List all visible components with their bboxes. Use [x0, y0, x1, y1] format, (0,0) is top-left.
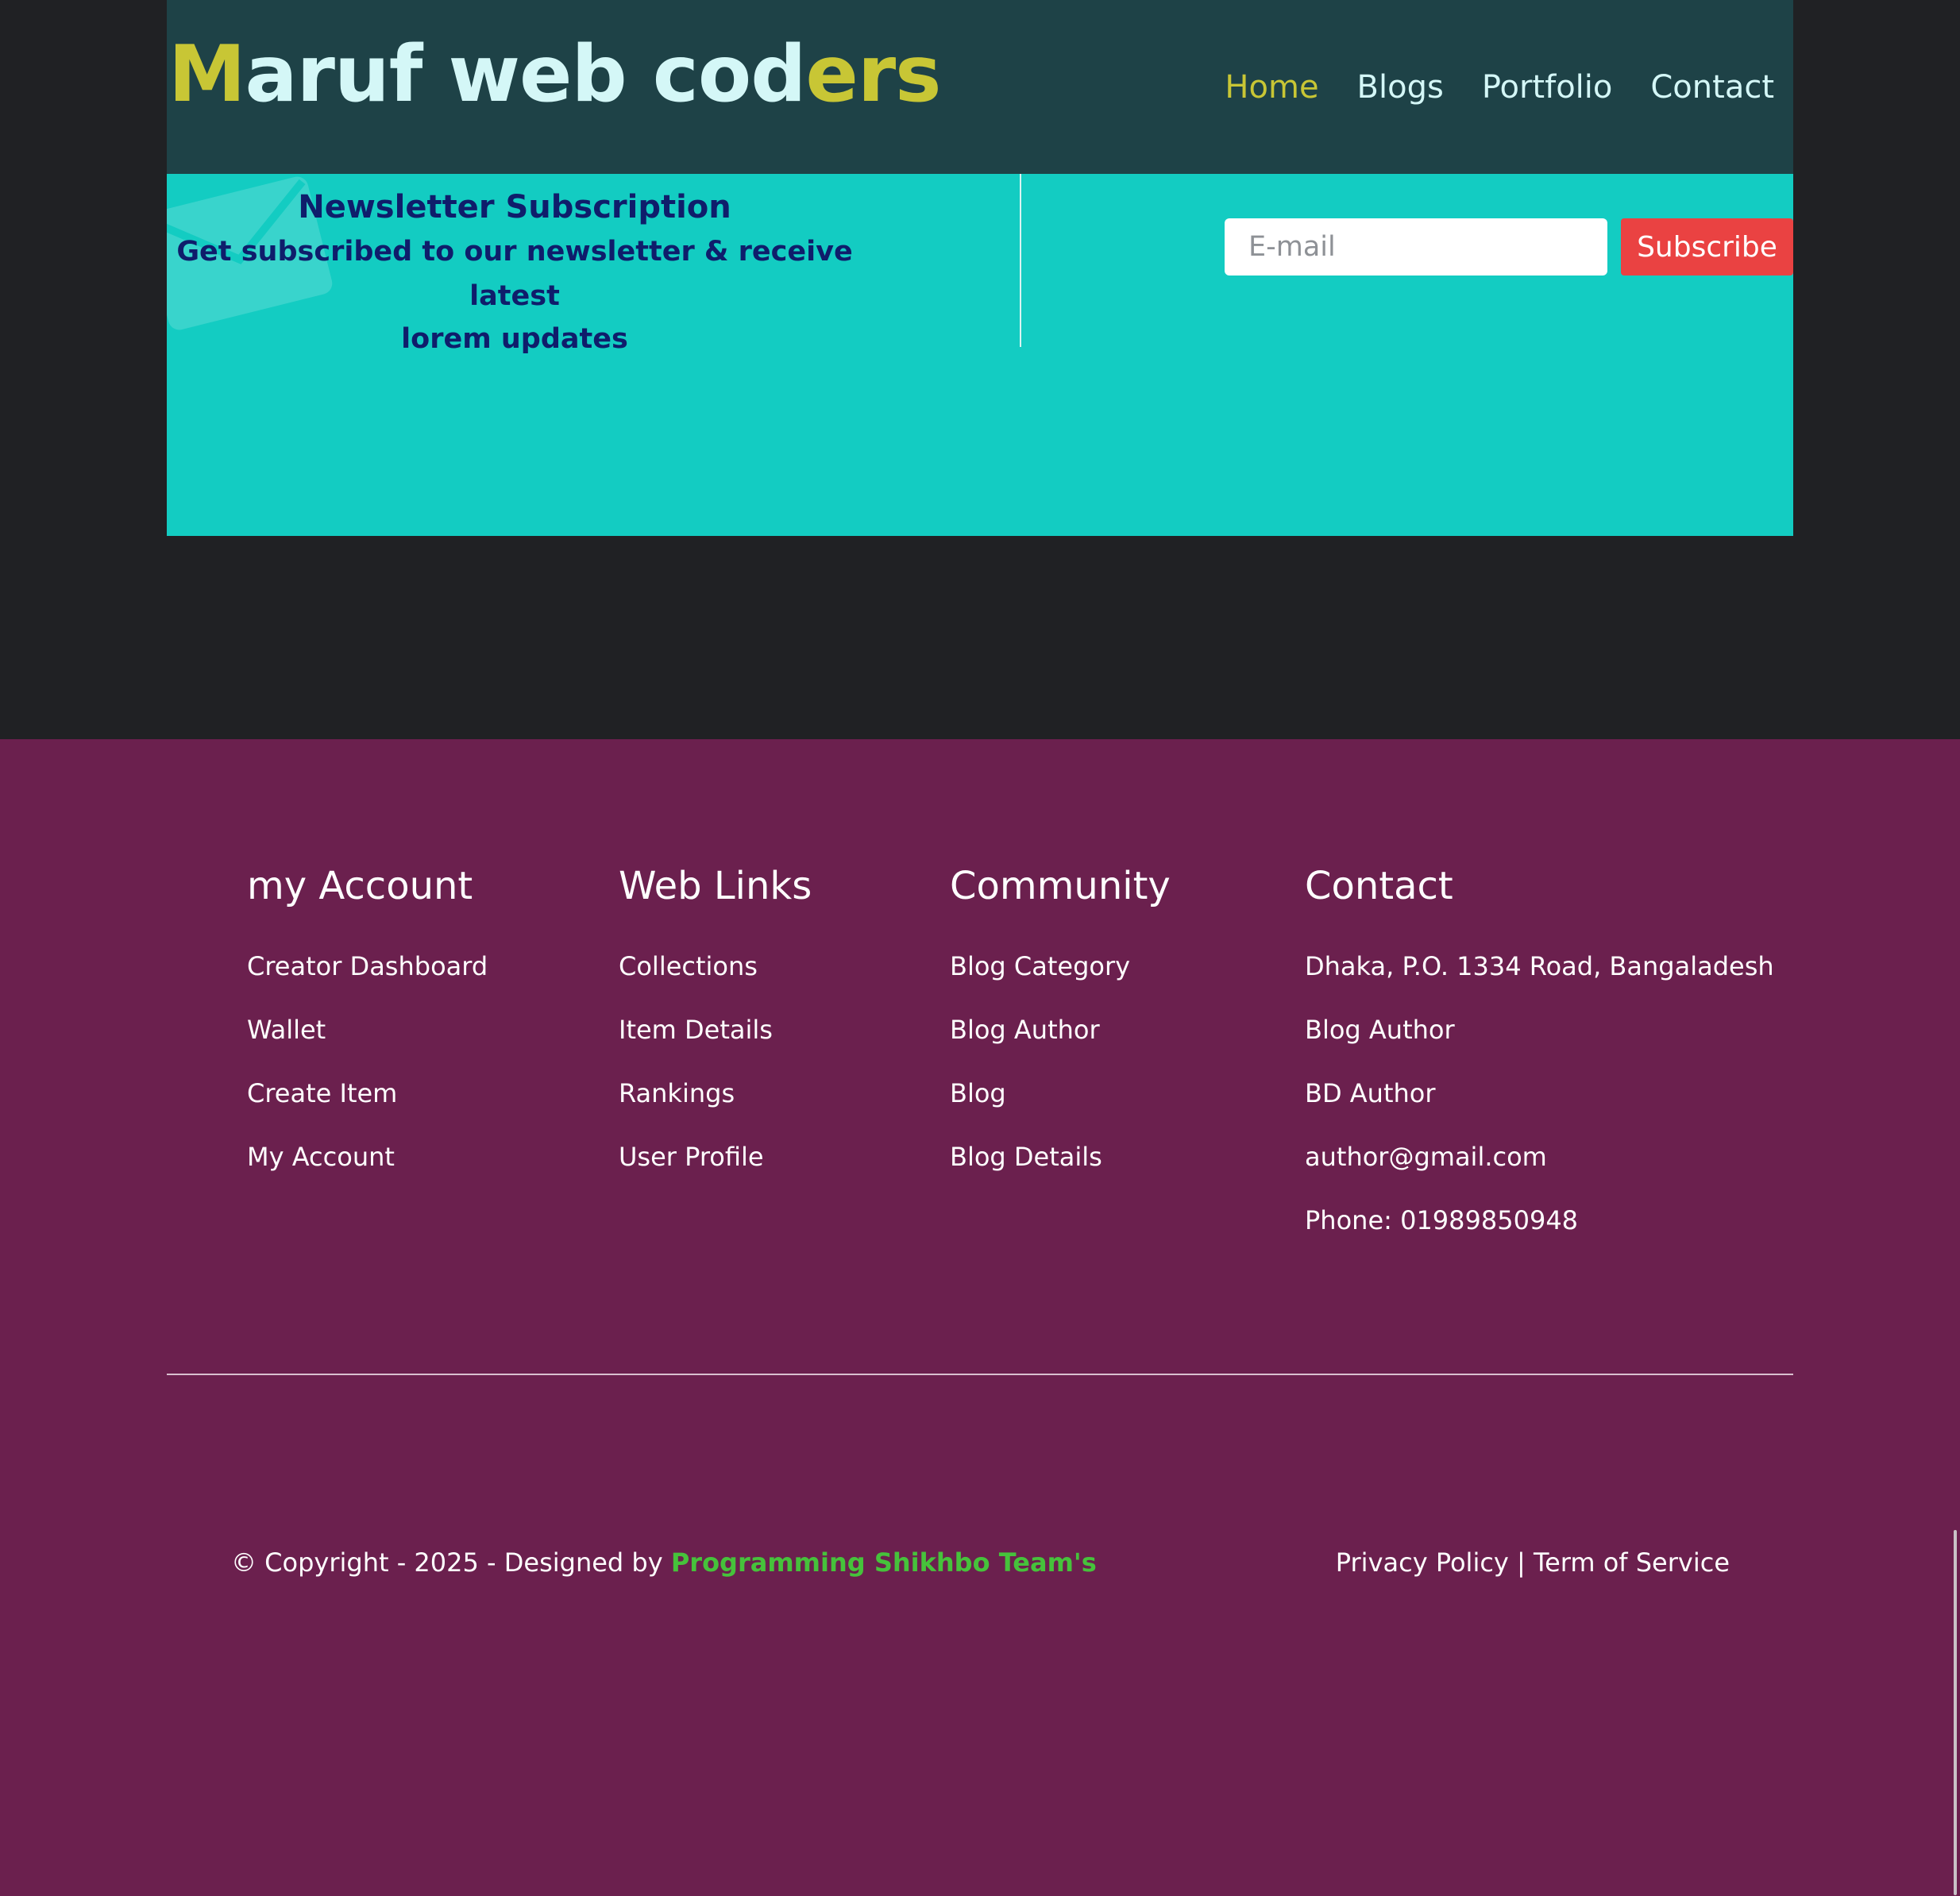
email-input[interactable]: [1225, 218, 1607, 276]
subscribe-button[interactable]: Subscribe: [1621, 218, 1793, 276]
footer-link-text[interactable]: My Account: [247, 1142, 395, 1172]
footer-link-creator-dashboard[interactable]: Creator Dashboard: [247, 946, 488, 1010]
site-footer: my Account Creator Dashboard Wallet Crea…: [0, 739, 1960, 1896]
newsletter-divider: [1020, 174, 1021, 347]
footer-column-contact: Contact Dhaka, P.O. 1334 Road, Bangalade…: [1305, 858, 1774, 1264]
main-nav: Home Blogs Portfolio Contact: [1225, 64, 1774, 111]
footer-link-my-account[interactable]: My Account: [247, 1137, 488, 1200]
footer-heading-contact: Contact: [1305, 864, 1453, 908]
footer-link-blog-author[interactable]: Blog Author: [950, 1010, 1171, 1073]
footer-link-text[interactable]: Blog: [950, 1078, 1006, 1108]
newsletter-subtitle-line2: lorem updates: [401, 323, 628, 355]
nav-portfolio[interactable]: Portfolio: [1482, 64, 1613, 111]
newsletter-title: Newsletter Subscription: [298, 189, 731, 225]
footer-link-rankings[interactable]: Rankings: [619, 1073, 812, 1137]
nav-home[interactable]: Home: [1225, 64, 1318, 111]
footer-heading-web-links: Web Links: [619, 864, 812, 908]
footer-link-text[interactable]: Item Details: [619, 1015, 773, 1045]
footer-link-text[interactable]: Create Item: [247, 1078, 397, 1108]
footer-link-collections[interactable]: Collections: [619, 946, 812, 1010]
footer-link-wallet[interactable]: Wallet: [247, 1010, 488, 1073]
footer-link-text[interactable]: User Profile: [619, 1142, 764, 1172]
footer-link-text[interactable]: Blog Category: [950, 951, 1130, 981]
site-header: Maruf web coders Home Blogs Portfolio Co…: [167, 0, 1793, 174]
privacy-policy-link[interactable]: Privacy Policy: [1336, 1547, 1509, 1578]
footer-contact-phone: Phone: 01989850948: [1305, 1205, 1579, 1235]
footer-column-community: Community Blog Category Blog Author Blog…: [950, 858, 1171, 1200]
footer-link-text[interactable]: Blog Author: [950, 1015, 1100, 1045]
nav-contact[interactable]: Contact: [1650, 64, 1774, 111]
footer-heading-my-account: my Account: [247, 864, 473, 908]
footer-link-text[interactable]: Rankings: [619, 1078, 735, 1108]
footer-link-user-profile[interactable]: User Profile: [619, 1137, 812, 1200]
footer-heading-community: Community: [950, 864, 1171, 908]
footer-contact-email[interactable]: author@gmail.com: [1305, 1137, 1774, 1200]
footer-contact-blog-author: Blog Author: [1305, 1015, 1455, 1045]
copyright-prefix: © Copyright - 2025 - Designed by: [231, 1547, 671, 1578]
footer-divider: [167, 1374, 1793, 1375]
footer-link-text[interactable]: Wallet: [247, 1015, 326, 1045]
terms-of-service-link[interactable]: Term of Service: [1534, 1547, 1730, 1578]
footer-link-text[interactable]: Creator Dashboard: [247, 951, 488, 981]
footer-link-blog-details[interactable]: Blog Details: [950, 1137, 1171, 1200]
scrollbar-thumb[interactable]: [1954, 1530, 1957, 1895]
designer-team-link[interactable]: Programming Shikhbo Team's: [671, 1547, 1097, 1578]
footer-link-text[interactable]: Blog Details: [950, 1142, 1102, 1172]
footer-contact-bd-author: BD Author: [1305, 1078, 1436, 1108]
footer-contact-address: Dhaka, P.O. 1334 Road, Bangaladesh: [1305, 951, 1774, 981]
footer-column-my-account: my Account Creator Dashboard Wallet Crea…: [247, 858, 488, 1200]
legal-links: Privacy Policy | Term of Service: [1336, 1543, 1730, 1582]
newsletter-section: Newsletter Subscription Get subscribed t…: [167, 174, 1793, 536]
site-logo[interactable]: Maruf web coders: [168, 27, 942, 122]
newsletter-text: Newsletter Subscription Get subscribed t…: [167, 183, 862, 361]
footer-link-item-details[interactable]: Item Details: [619, 1010, 812, 1073]
newsletter-subtitle-line1: Get subscribed to our newsletter & recei…: [176, 236, 853, 312]
footer-link-text[interactable]: Collections: [619, 951, 758, 981]
logo-first-letter: M: [168, 29, 246, 120]
footer-link-create-item[interactable]: Create Item: [247, 1073, 488, 1137]
footer-link-blog-category[interactable]: Blog Category: [950, 946, 1171, 1010]
logo-middle: aruf web cod: [245, 29, 807, 120]
footer-column-web-links: Web Links Collections Item Details Ranki…: [619, 858, 812, 1200]
footer-link-blog[interactable]: Blog: [950, 1073, 1171, 1137]
nav-blogs[interactable]: Blogs: [1357, 64, 1444, 111]
logo-end: ers: [805, 29, 941, 120]
legal-separator: |: [1508, 1547, 1534, 1578]
copyright-text: © Copyright - 2025 - Designed by Program…: [231, 1543, 1097, 1582]
